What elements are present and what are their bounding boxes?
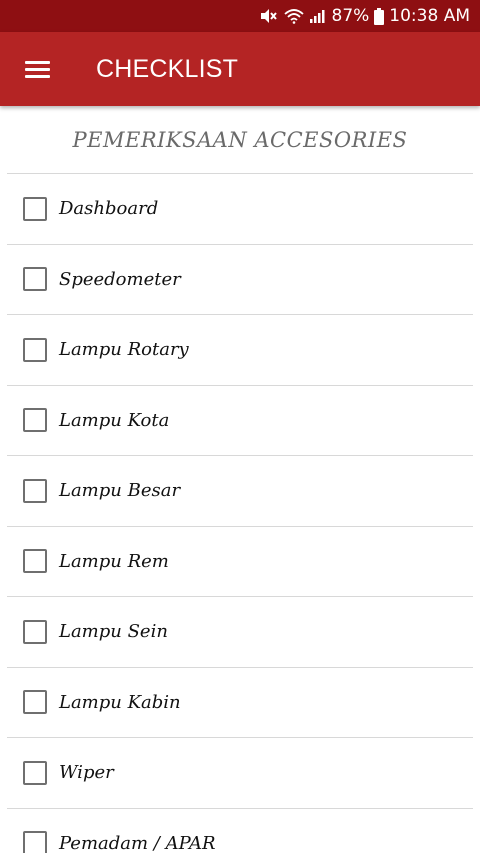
checklist-item[interactable]: Pemadam / APAR bbox=[7, 807, 473, 853]
page-title: CHECKLIST bbox=[96, 54, 239, 83]
checklist-item[interactable]: Speedometer bbox=[7, 243, 473, 315]
battery-icon bbox=[374, 7, 385, 25]
section-title: PEMERIKSAAN ACCESORIES bbox=[72, 127, 408, 152]
checkbox[interactable] bbox=[23, 337, 47, 362]
checklist-item[interactable]: Lampu Kabin bbox=[7, 666, 473, 738]
checklist-item-label: Lampu Kabin bbox=[59, 691, 181, 713]
battery-percent: 87% bbox=[331, 6, 370, 26]
checklist-item[interactable]: Lampu Rem bbox=[7, 525, 473, 597]
checklist-item[interactable]: Lampu Besar bbox=[7, 455, 473, 526]
checkbox[interactable] bbox=[23, 267, 47, 292]
checklist-item-label: Wiper bbox=[59, 762, 114, 784]
checklist-content[interactable]: PEMERIKSAAN ACCESORIES Dashboard Speedome… bbox=[0, 106, 480, 853]
checkbox[interactable] bbox=[23, 478, 47, 503]
hamburger-menu-button[interactable] bbox=[0, 32, 74, 106]
hamburger-menu-icon bbox=[24, 57, 50, 82]
checklist-item[interactable]: Lampu Sein bbox=[7, 596, 473, 667]
checklist-item-label: Lampu Sein bbox=[59, 621, 168, 643]
checkbox[interactable] bbox=[23, 760, 47, 785]
checkbox[interactable] bbox=[23, 549, 47, 574]
mute-vibrate-icon bbox=[259, 8, 279, 24]
checklist-item[interactable]: Dashboard bbox=[7, 173, 473, 244]
checklist-item[interactable]: Lampu Rotary bbox=[7, 314, 473, 385]
signal-icon bbox=[309, 8, 327, 24]
clock: 10:38 AM bbox=[389, 6, 470, 26]
app-bar: CHECKLIST bbox=[0, 32, 480, 106]
checklist-item-label: Lampu Besar bbox=[59, 480, 181, 502]
checklist-item[interactable]: Wiper bbox=[7, 737, 473, 808]
checklist-item-label: Speedometer bbox=[59, 268, 181, 290]
status-bar: 87% 10:38 AM bbox=[0, 0, 480, 32]
checklist-item-label: Lampu Rem bbox=[59, 550, 169, 572]
checklist-item-label: Lampu Kota bbox=[59, 409, 170, 431]
checkbox[interactable] bbox=[23, 831, 47, 853]
checkbox[interactable] bbox=[23, 408, 47, 433]
checkbox[interactable] bbox=[23, 196, 47, 221]
checklist-item-label: Dashboard bbox=[59, 198, 159, 220]
checklist-item-label: Pemadam / APAR bbox=[59, 832, 216, 853]
wifi-icon bbox=[283, 8, 304, 24]
checklist: Dashboard Speedometer Lampu Rotary Lampu Ko… bbox=[7, 173, 473, 853]
checklist-item-label: Lampu Rotary bbox=[59, 339, 189, 361]
checkbox[interactable] bbox=[23, 619, 47, 644]
checkbox[interactable] bbox=[23, 690, 47, 715]
checklist-item[interactable]: Lampu Kota bbox=[7, 384, 473, 456]
